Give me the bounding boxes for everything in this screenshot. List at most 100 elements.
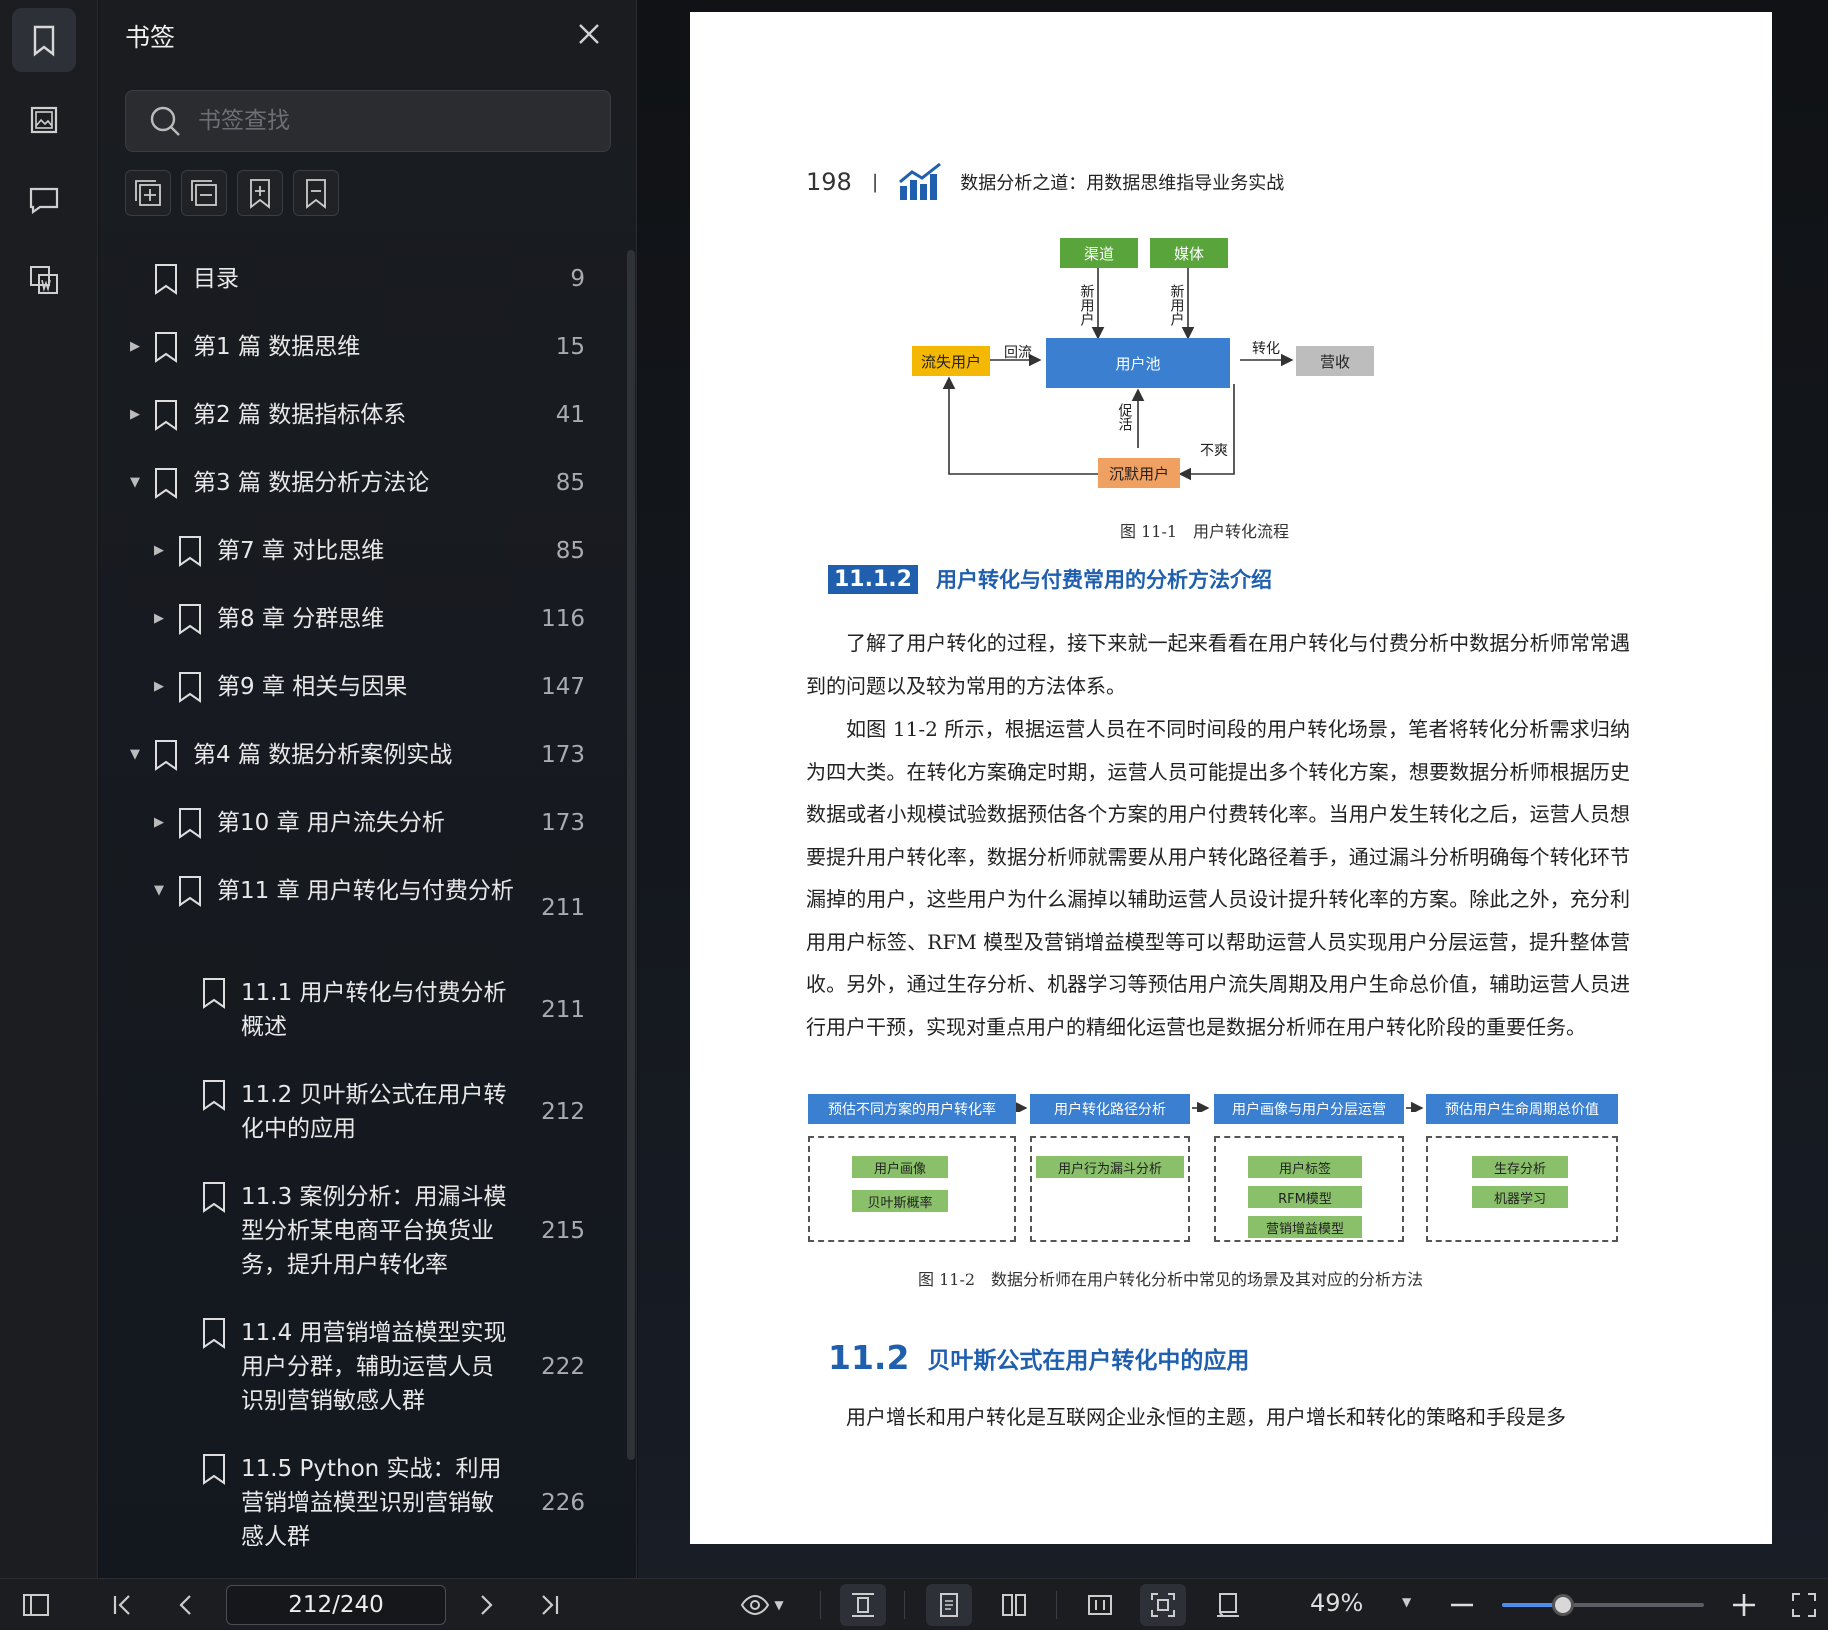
page-number-input[interactable]: 212/240 xyxy=(226,1585,446,1625)
bookmark-page: 41 xyxy=(555,402,585,428)
fit-width-button[interactable] xyxy=(840,1584,886,1626)
comment-icon xyxy=(29,187,59,215)
method-box xyxy=(1030,1136,1190,1242)
bookmark-item[interactable]: 目录 9 xyxy=(125,262,585,296)
collapse-arrow-icon[interactable]: ▼ xyxy=(125,466,145,500)
bookmark-icon xyxy=(155,332,177,363)
scenario-header: 用户转化路径分析 xyxy=(1030,1094,1190,1124)
method-box xyxy=(808,1136,1016,1242)
bookmark-item-selected[interactable]: 11.2 贝叶斯公式在用户转化中的应用 212 xyxy=(171,1062,585,1160)
bookmark-item[interactable]: 11.3 案例分析：用漏斗模型分析某电商平台换货业务，提升用户转化率 215 xyxy=(173,1180,585,1282)
bookmark-item[interactable]: 11.4 用营销增益模型实现用户分群，辅助运营人员识别营销敏感人群 222 xyxy=(173,1316,585,1418)
bookmark-item[interactable]: ▶ 第8 章 分群思维 116 xyxy=(149,602,585,636)
bookmark-icon xyxy=(155,740,177,771)
bookmark-icon xyxy=(179,876,201,907)
toggle-sidebar-button[interactable] xyxy=(18,1587,54,1623)
add-bookmark-icon xyxy=(250,179,270,209)
add-bookmark-button[interactable] xyxy=(237,170,283,216)
expand-arrow-icon[interactable]: ▶ xyxy=(125,330,145,364)
bookmark-item[interactable]: ▼ 第11 章 用户转化与付费分析 211 xyxy=(149,874,585,921)
method-tag: 用户画像 xyxy=(852,1156,948,1178)
bookmark-icon xyxy=(155,468,177,499)
bookmark-item[interactable]: ▶ 第7 章 对比思维 85 xyxy=(149,534,585,568)
image-panel-button[interactable] xyxy=(12,88,76,152)
bookmark-item[interactable]: 11.5 Python 实战：利用营销增益模型识别营销敏感人群 226 xyxy=(173,1452,585,1554)
next-page-button[interactable] xyxy=(468,1587,504,1623)
bookmark-page: 15 xyxy=(555,334,585,360)
bookmark-item[interactable]: ▶ 第9 章 相关与因果 147 xyxy=(149,670,585,704)
expand-all-button[interactable] xyxy=(125,170,171,216)
expand-arrow-icon[interactable]: ▶ xyxy=(149,534,169,568)
first-page-icon xyxy=(113,1595,130,1615)
panel-scrollbar[interactable] xyxy=(627,250,635,1460)
bookmark-icon xyxy=(179,808,201,839)
chevron-left-icon xyxy=(179,1595,191,1615)
section-heading-11-2: 11.2 贝叶斯公式在用户转化中的应用 xyxy=(828,1338,1249,1377)
actual-size-icon xyxy=(1151,1593,1175,1617)
zoom-out-button[interactable] xyxy=(1444,1587,1480,1623)
single-page-icon xyxy=(940,1593,958,1617)
last-page-icon xyxy=(542,1595,559,1615)
section-title: 贝叶斯公式在用户转化中的应用 xyxy=(927,1347,1250,1374)
close-icon xyxy=(579,24,599,44)
fit-page-button[interactable] xyxy=(1082,1587,1118,1623)
comment-panel-button[interactable] xyxy=(12,168,76,232)
collapse-arrow-icon[interactable]: ▼ xyxy=(149,874,169,908)
image-icon xyxy=(30,106,58,134)
actual-size-button[interactable] xyxy=(1140,1584,1186,1626)
expand-arrow-icon[interactable]: ▶ xyxy=(125,398,145,432)
divider xyxy=(904,1591,905,1619)
left-icon-rail xyxy=(0,0,98,1578)
bookmark-page: 9 xyxy=(570,266,585,292)
bookmark-search xyxy=(125,90,611,152)
bookmark-item[interactable]: ▶ 第2 篇 数据指标体系 41 xyxy=(125,398,585,432)
collapse-arrow-icon[interactable]: ▼ xyxy=(125,738,145,772)
plus-icon xyxy=(1733,1594,1755,1616)
bookmark-icon xyxy=(179,672,201,703)
bookmark-page: 173 xyxy=(541,810,585,836)
zoom-slider[interactable] xyxy=(1502,1594,1704,1616)
bookmark-page: 147 xyxy=(541,674,585,700)
expand-arrow-icon[interactable]: ▶ xyxy=(149,602,169,636)
method-tag: 生存分析 xyxy=(1472,1156,1568,1178)
first-page-button[interactable] xyxy=(104,1587,140,1623)
close-panel-button[interactable] xyxy=(573,18,605,50)
remove-bookmark-button[interactable] xyxy=(293,170,339,216)
divider xyxy=(820,1591,821,1619)
zoom-dropdown-icon[interactable]: ▼ xyxy=(1402,1595,1411,1609)
bookmark-page: 85 xyxy=(555,470,585,496)
bookmark-icon xyxy=(203,978,225,1009)
bookmark-item[interactable]: ▼ 第4 篇 数据分析案例实战 173 xyxy=(125,738,585,772)
bookmark-icon xyxy=(33,25,55,57)
fullscreen-button[interactable] xyxy=(1786,1587,1822,1623)
expand-arrow-icon xyxy=(173,1452,193,1486)
bookmark-item[interactable]: ▶ 第1 篇 数据思维 15 xyxy=(125,330,585,364)
previous-page-button[interactable] xyxy=(168,1587,204,1623)
view-mode-button[interactable]: ▼ xyxy=(732,1587,792,1623)
bookmark-page: 215 xyxy=(541,1218,585,1244)
zoom-slider-handle[interactable] xyxy=(1551,1594,1574,1616)
two-page-button[interactable] xyxy=(996,1587,1032,1623)
scenario-header: 预估不同方案的用户转化率 xyxy=(808,1094,1016,1124)
eye-icon xyxy=(741,1594,770,1616)
last-page-button[interactable] xyxy=(532,1587,568,1623)
expand-arrow-icon[interactable]: ▶ xyxy=(149,670,169,704)
bookmark-item[interactable]: ▼ 第3 篇 数据分析方法论 85 xyxy=(125,466,585,500)
single-page-button[interactable] xyxy=(926,1584,972,1626)
bookmark-page: 212 xyxy=(541,1099,585,1125)
search-input[interactable] xyxy=(198,108,578,134)
collapse-all-button[interactable] xyxy=(181,170,227,216)
rotate-page-button[interactable] xyxy=(1210,1587,1246,1623)
bookmark-panel: 书签 目录 9 ▶ 第1 篇 数据思维 15 xyxy=(99,0,637,1578)
bookmark-panel-button[interactable] xyxy=(12,8,76,72)
method-tag: 机器学习 xyxy=(1472,1186,1568,1208)
word-export-button[interactable] xyxy=(12,248,76,312)
bookmark-item[interactable]: 11.1 用户转化与付费分析概述 211 xyxy=(173,976,585,1044)
bookmark-icon xyxy=(155,400,177,431)
bookmark-item[interactable]: ▶ 第10 章 用户流失分析 173 xyxy=(149,806,585,840)
expand-arrow-icon[interactable]: ▶ xyxy=(149,806,169,840)
zoom-level[interactable]: 49% xyxy=(1310,1589,1363,1617)
scenario-header: 预估用户生命周期总价值 xyxy=(1426,1094,1618,1124)
expand-arrow-icon xyxy=(173,1180,193,1214)
zoom-in-button[interactable] xyxy=(1726,1587,1762,1623)
